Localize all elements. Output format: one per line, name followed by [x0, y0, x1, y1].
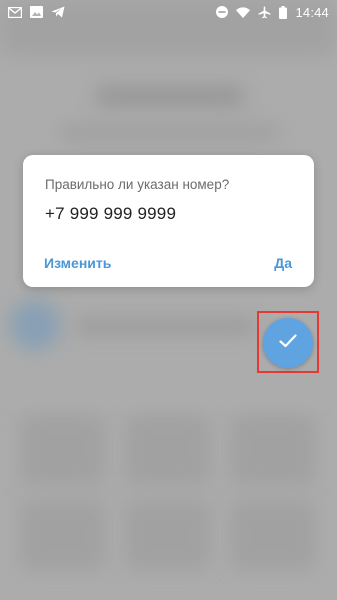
edit-button[interactable]: Изменить: [44, 251, 111, 275]
battery-icon: [279, 5, 288, 19]
dialog-phone-number: +7 999 999 9999: [45, 204, 177, 223]
dialog-question: Правильно ли указан номер?: [45, 177, 230, 192]
checkmark-icon: [279, 333, 297, 353]
confirm-button[interactable]: Да: [274, 251, 292, 275]
status-bar-left: [8, 6, 65, 18]
status-time: 14:44: [295, 4, 329, 20]
wifi-icon: [236, 6, 251, 18]
blurred-background-app: [0, 0, 337, 600]
do-not-disturb-icon: [216, 6, 229, 18]
airplane-mode-icon: [258, 6, 271, 19]
status-bar: 14:44: [0, 0, 337, 24]
gmail-icon: [8, 6, 22, 18]
telegram-icon: [51, 6, 65, 18]
image-icon: [30, 6, 43, 18]
confirm-fab[interactable]: [263, 318, 313, 368]
phone-confirmation-dialog: Правильно ли указан номер? +7 999 999 99…: [23, 155, 314, 287]
status-bar-right: 14:44: [216, 5, 329, 20]
